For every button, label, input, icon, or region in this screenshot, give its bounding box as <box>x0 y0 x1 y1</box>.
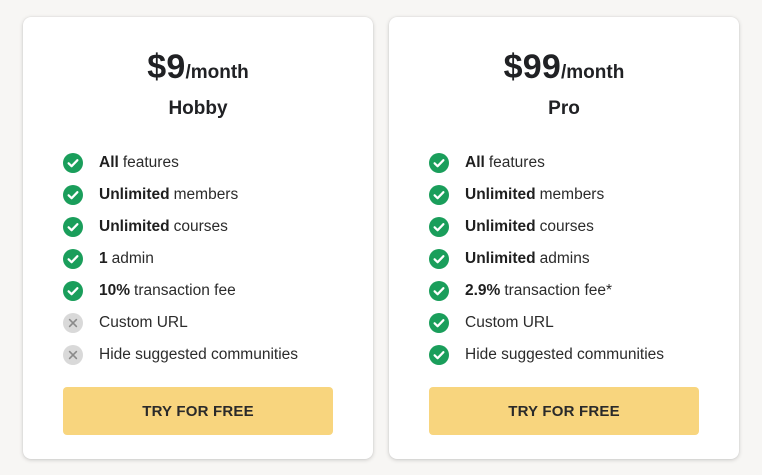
plan-name: Hobby <box>168 98 228 119</box>
feature-item: All features <box>63 147 353 179</box>
feature-text: features <box>122 154 179 171</box>
plan-price: $9/month <box>23 47 373 94</box>
feature-item: 10% transaction fee <box>63 275 353 307</box>
feature-list: All features Unlimited members Unlimited cour… <box>63 147 353 371</box>
feature-text: courses <box>173 218 228 235</box>
feature-text: transaction fee* <box>504 282 613 299</box>
check-circle-icon <box>429 313 449 333</box>
check-circle-icon <box>63 281 83 301</box>
feature-list: All features Unlimited members Unlimited cour… <box>429 147 719 371</box>
feature-text: Custom URL <box>99 314 188 331</box>
feature-item: Unlimited courses <box>63 211 353 243</box>
feature-highlight: Unlimited <box>465 250 536 267</box>
feature-item: Custom URL <box>63 307 353 339</box>
feature-highlight: 2.9% <box>465 282 501 299</box>
feature-highlight: All <box>99 154 119 171</box>
check-circle-icon <box>63 217 83 237</box>
pricing-card-pro: $99/month Pro All features Unlimited member… <box>389 17 739 459</box>
check-circle-icon <box>63 249 83 269</box>
feature-highlight: 1 <box>99 250 108 267</box>
check-circle-icon <box>429 249 449 269</box>
feature-highlight: Unlimited <box>99 218 170 235</box>
feature-text: Hide suggested communities <box>465 346 665 363</box>
feature-text: admin <box>111 250 154 267</box>
feature-item: 2.9% transaction fee* <box>429 275 719 307</box>
feature-text: admins <box>539 250 590 267</box>
feature-text: Custom URL <box>465 314 554 331</box>
x-circle-icon <box>63 345 83 365</box>
feature-text: members <box>173 186 239 203</box>
feature-item: Unlimited courses <box>429 211 719 243</box>
check-circle-icon <box>429 217 449 237</box>
try-for-free-button[interactable]: TRY FOR FREE <box>429 387 699 435</box>
plan-name: Pro <box>548 98 580 119</box>
feature-text: transaction fee <box>134 282 236 299</box>
pricing-card-hobby: $9/month Hobby All features Unlimited membe… <box>23 17 373 459</box>
x-circle-icon <box>63 313 83 333</box>
feature-item: Unlimited members <box>429 179 719 211</box>
pricing-section: $9/month Hobby All features Unlimited membe… <box>0 0 762 475</box>
try-for-free-button[interactable]: TRY FOR FREE <box>63 387 333 435</box>
feature-text: features <box>488 154 545 171</box>
feature-text: Hide suggested communities <box>99 346 299 363</box>
check-circle-icon <box>429 281 449 301</box>
feature-item: Unlimited admins <box>429 243 719 275</box>
feature-highlight: 10% <box>99 282 131 299</box>
feature-highlight: Unlimited <box>465 186 536 203</box>
feature-highlight: All <box>465 154 485 171</box>
feature-item: Unlimited members <box>63 179 353 211</box>
feature-highlight: Unlimited <box>465 218 536 235</box>
price-period: /month <box>185 62 249 83</box>
check-circle-icon <box>429 345 449 365</box>
plan-price: $99/month <box>389 47 739 94</box>
feature-highlight: Unlimited <box>99 186 170 203</box>
feature-item: Hide suggested communities <box>429 339 719 371</box>
feature-text: members <box>539 186 605 203</box>
price-amount: $99 <box>503 48 561 86</box>
price-amount: $9 <box>147 48 186 86</box>
feature-item: Custom URL <box>429 307 719 339</box>
price-period: /month <box>561 62 625 83</box>
check-circle-icon <box>429 185 449 205</box>
feature-text: courses <box>539 218 594 235</box>
feature-item: Hide suggested communities <box>63 339 353 371</box>
check-circle-icon <box>429 153 449 173</box>
feature-item: All features <box>429 147 719 179</box>
check-circle-icon <box>63 153 83 173</box>
feature-item: 1 admin <box>63 243 353 275</box>
check-circle-icon <box>63 185 83 205</box>
